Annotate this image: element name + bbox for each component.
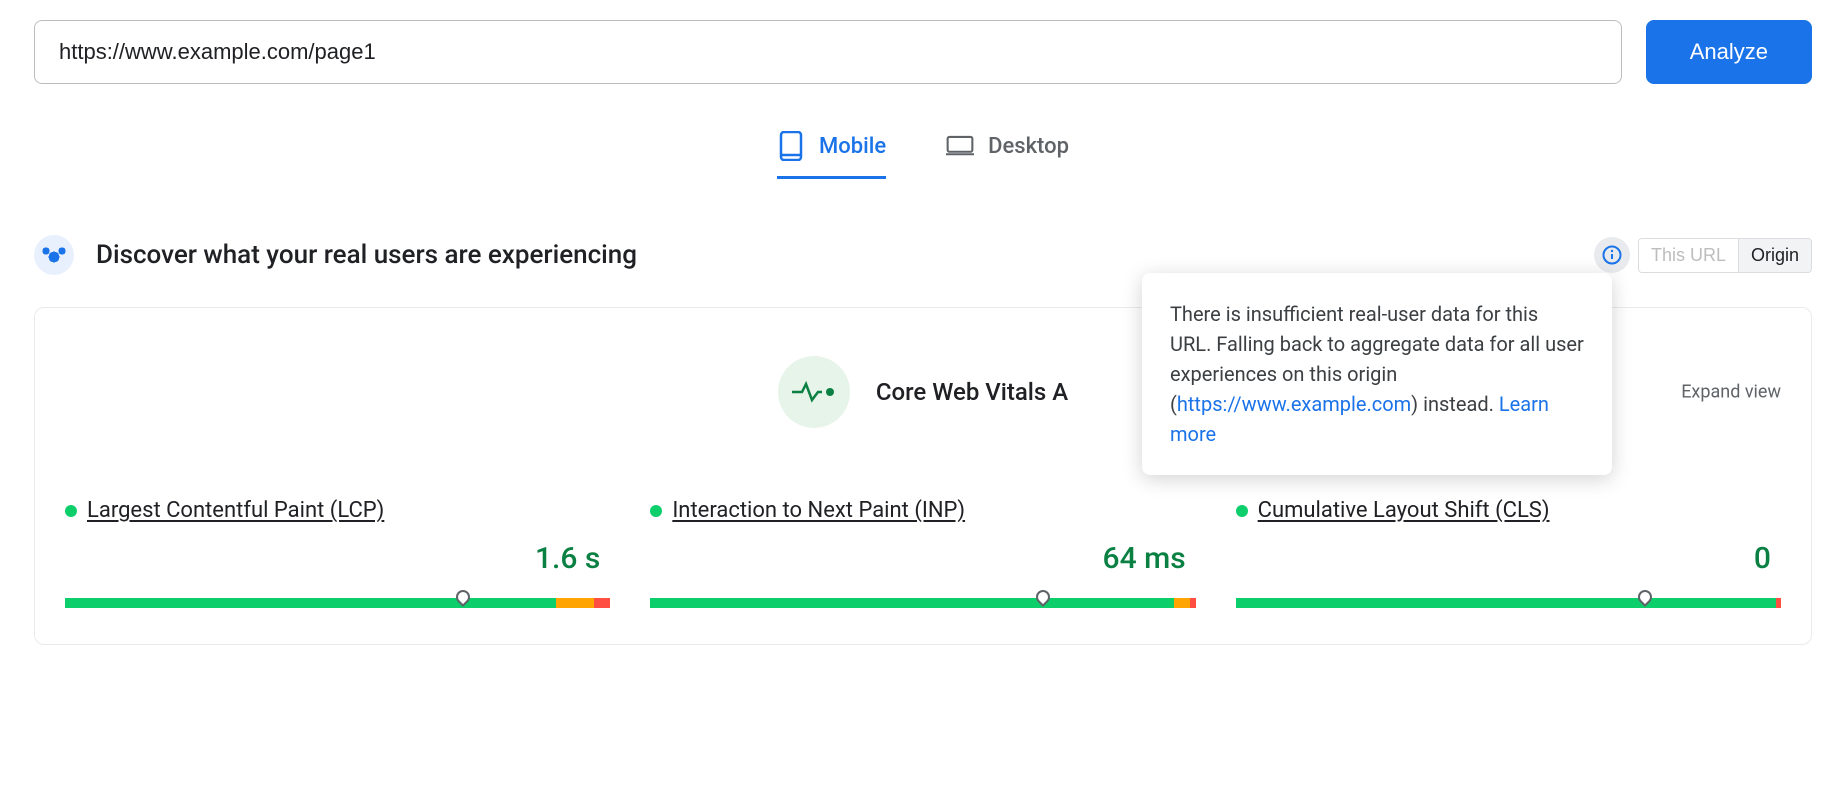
bar-segment [463, 598, 556, 608]
metric-value: 64 ms [650, 541, 1195, 576]
metric-value: 1.6 s [65, 541, 610, 576]
metric: Cumulative Layout Shift (CLS) 0 [1236, 498, 1781, 614]
status-dot-good-icon [650, 505, 662, 517]
desktop-icon [946, 132, 974, 160]
device-tabs: Mobile Desktop [34, 132, 1812, 179]
metrics-row: Largest Contentful Paint (LCP) 1.6 s Inter… [65, 498, 1781, 614]
section-title: Discover what your real users are experi… [96, 240, 637, 270]
analyze-bar: Analyze [34, 20, 1812, 84]
mobile-icon [777, 132, 805, 160]
distribution-bar [1236, 590, 1781, 614]
tab-mobile[interactable]: Mobile [777, 132, 886, 179]
status-dot-good-icon [1236, 505, 1248, 517]
status-dot-good-icon [65, 505, 77, 517]
metric-title-row: Cumulative Layout Shift (CLS) [1236, 498, 1781, 523]
toggle-this-url[interactable]: This URL [1639, 239, 1738, 272]
metric-title-row: Largest Contentful Paint (LCP) [65, 498, 610, 523]
bar-segment [556, 598, 594, 608]
bar-segment [1174, 598, 1190, 608]
metric-name[interactable]: Cumulative Layout Shift (CLS) [1258, 498, 1550, 523]
bar-segment [1236, 598, 1645, 608]
bar-segment [1645, 598, 1776, 608]
info-icon[interactable] [1594, 237, 1630, 273]
tab-mobile-label: Mobile [819, 134, 886, 159]
metric: Largest Contentful Paint (LCP) 1.6 s [65, 498, 610, 614]
info-tooltip: There is insufficient real-user data for… [1142, 273, 1612, 475]
bar-segment [1190, 598, 1195, 608]
bar-segment [1043, 598, 1174, 608]
cwv-title: Core Web Vitals A [876, 378, 1068, 406]
bar-segment [594, 598, 610, 608]
tab-desktop-label: Desktop [988, 134, 1069, 159]
analyze-button[interactable]: Analyze [1646, 20, 1812, 84]
bar-segment [65, 598, 463, 608]
users-icon [34, 235, 74, 275]
section-header: Discover what your real users are experi… [34, 235, 1812, 275]
metric-value: 0 [1236, 541, 1781, 576]
bar-segment [1776, 598, 1781, 608]
distribution-bar [65, 590, 610, 614]
bar-segment [650, 598, 1043, 608]
tooltip-text-2: ) instead. [1411, 392, 1499, 416]
distribution-bar [650, 590, 1195, 614]
metric: Interaction to Next Paint (INP) 64 ms [650, 498, 1195, 614]
url-input[interactable] [34, 20, 1622, 84]
metric-name[interactable]: Interaction to Next Paint (INP) [672, 498, 965, 523]
metric-name[interactable]: Largest Contentful Paint (LCP) [87, 498, 384, 523]
expand-view-link[interactable]: Expand view [1681, 382, 1781, 403]
vitals-pass-icon [778, 356, 850, 428]
tooltip-origin-link[interactable]: https://www.example.com [1177, 392, 1411, 416]
metric-title-row: Interaction to Next Paint (INP) [650, 498, 1195, 523]
scope-toggle: This URL Origin [1638, 238, 1812, 273]
tab-desktop[interactable]: Desktop [946, 132, 1069, 179]
toggle-origin[interactable]: Origin [1738, 239, 1811, 272]
